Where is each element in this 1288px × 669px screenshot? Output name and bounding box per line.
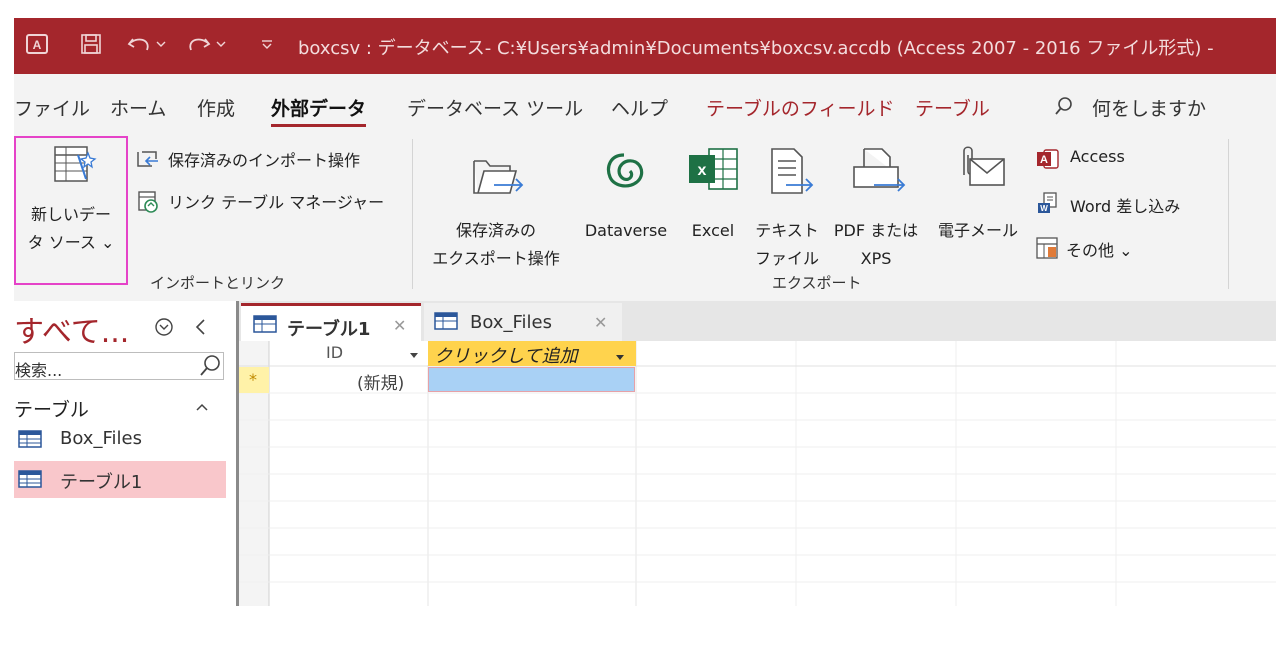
access-icon: A	[1036, 148, 1060, 174]
text-file-icon	[766, 147, 814, 201]
nav-item-table1[interactable]: テーブル1	[14, 461, 226, 498]
excel-button[interactable]: x Excel	[682, 141, 744, 261]
linked-table-manager-label: リンク テーブル マネージャー	[168, 193, 385, 212]
new-row-marker: *	[249, 370, 257, 389]
saved-exports-button[interactable]: 保存済みの エクスポート操作	[416, 141, 576, 268]
svg-text:x: x	[698, 162, 707, 179]
navigation-pane: すべて... 検索... テーブル Box_Files テーブル1	[14, 301, 239, 606]
dataverse-icon	[600, 149, 648, 199]
svg-text:W: W	[1040, 204, 1048, 213]
tab-help[interactable]: ヘルプ	[611, 94, 668, 121]
search-icon[interactable]	[199, 354, 221, 382]
doc-tab-table1[interactable]: テーブル1 ✕	[241, 303, 421, 341]
table-icon	[253, 315, 277, 337]
tell-me-box[interactable]: 何をしますか	[1092, 94, 1206, 121]
nav-search-input[interactable]: 検索...	[14, 352, 224, 380]
column-header-label: ID	[326, 343, 344, 362]
text-file-label-2: ファイル	[754, 249, 819, 268]
text-file-label-1: テキスト	[755, 221, 819, 240]
svg-text:A: A	[33, 38, 42, 52]
pdf-xps-label-1: PDF または	[833, 221, 919, 240]
excel-icon: x	[687, 145, 741, 199]
email-button[interactable]: 電子メール	[928, 141, 1028, 261]
nav-search-placeholder: 検索...	[15, 361, 63, 380]
new-row-selector[interactable]: *	[239, 367, 269, 393]
word-merge-icon: W	[1036, 191, 1060, 219]
access-logo-icon: A	[24, 32, 50, 56]
saved-exports-icon	[470, 153, 526, 203]
export-group-label: エクスポート	[772, 274, 862, 292]
access-export-label: Access	[1070, 147, 1125, 166]
close-icon[interactable]: ✕	[594, 313, 607, 332]
doc-tab-label: Box_Files	[470, 312, 552, 333]
import-group-label: インポートとリンク	[150, 274, 286, 292]
table-icon	[434, 312, 458, 334]
customize-qat-icon[interactable]	[258, 32, 276, 56]
document-area: テーブル1 ✕ Box_Files ✕ ID クリックして追加 * (新規)	[239, 301, 1276, 606]
linked-table-manager-icon	[136, 191, 160, 217]
tab-home[interactable]: ホーム	[110, 94, 166, 121]
table-icon	[18, 430, 42, 452]
selected-cell[interactable]	[428, 367, 635, 392]
ribbon-tab-bar: ファイル ホーム 作成 外部データ データベース ツール ヘルプ テーブルのフィ…	[14, 74, 1276, 129]
doc-tab-label: テーブル1	[287, 319, 371, 340]
ribbon: 新しいデー タ ソース ⌄ 保存済みのインポート操作 リンク テーブル マネージ…	[14, 129, 1276, 301]
window-title: boxcsv : データベース- C:¥Users¥admin¥Document…	[298, 38, 1214, 59]
redo-icon[interactable]	[186, 32, 228, 56]
nav-item-box-files[interactable]: Box_Files	[14, 421, 226, 458]
saved-imports-icon	[136, 149, 160, 173]
tab-external-data[interactable]: 外部データ	[271, 94, 367, 127]
tab-file[interactable]: ファイル	[14, 94, 90, 121]
new-data-source-label-2: タ ソース ⌄	[27, 233, 115, 252]
pdf-xps-icon	[852, 147, 908, 201]
chevron-up-icon[interactable]	[194, 399, 210, 418]
pdf-xps-label-2: XPS	[860, 249, 892, 268]
saved-exports-label-1: 保存済みの	[455, 221, 536, 240]
tab-create[interactable]: 作成	[197, 94, 235, 121]
saved-imports-label: 保存済みのインポート操作	[168, 151, 361, 170]
new-row-id-cell[interactable]: (新規)	[357, 369, 404, 394]
tab-table[interactable]: テーブル	[915, 94, 990, 121]
nav-menu-icon[interactable]	[154, 317, 174, 341]
word-merge-label: Word 差し込み	[1070, 197, 1181, 216]
chevron-down-icon[interactable]	[614, 348, 626, 367]
document-tab-bar: テーブル1 ✕ Box_Files ✕	[239, 301, 1276, 341]
column-header-add[interactable]: クリックして追加	[428, 341, 636, 367]
close-icon[interactable]: ✕	[393, 316, 406, 335]
email-label: 電子メール	[937, 221, 1018, 240]
nav-group-tables[interactable]: テーブル	[14, 395, 89, 422]
nav-item-label: テーブル1	[60, 472, 143, 493]
search-icon[interactable]	[1054, 96, 1074, 120]
chevron-down-icon[interactable]	[408, 346, 420, 365]
tab-database-tools[interactable]: データベース ツール	[407, 94, 583, 121]
undo-icon[interactable]	[126, 32, 168, 56]
pdf-xps-button[interactable]: PDF または XPS	[826, 141, 926, 281]
column-header-label: クリックして追加	[434, 346, 578, 367]
nav-pane-title[interactable]: すべて...	[14, 307, 129, 351]
access-window: A boxcsv : データベース- C:¥Users¥admin¥Docume…	[14, 18, 1276, 606]
new-data-source-icon	[52, 143, 104, 195]
table-icon	[18, 470, 42, 492]
new-data-source-label-1: 新しいデー	[30, 205, 111, 224]
collapse-pane-icon[interactable]	[194, 317, 208, 341]
title-bar: A boxcsv : データベース- C:¥Users¥admin¥Docume…	[14, 18, 1276, 74]
column-header-id[interactable]: ID	[270, 341, 428, 365]
tab-table-fields[interactable]: テーブルのフィールド	[706, 94, 894, 121]
email-icon	[952, 145, 1008, 195]
excel-label: Excel	[691, 221, 735, 240]
saved-exports-label-2: エクスポート操作	[432, 249, 560, 268]
dataverse-button[interactable]: Dataverse	[576, 141, 676, 261]
dataverse-label: Dataverse	[584, 221, 668, 240]
nav-item-label: Box_Files	[60, 428, 142, 449]
save-icon[interactable]	[78, 32, 104, 56]
more-export-label: その他 ⌄	[1066, 241, 1133, 260]
text-file-button[interactable]: テキスト ファイル	[748, 141, 826, 281]
svg-text:A: A	[1040, 154, 1048, 166]
datasheet: ID クリックして追加 * (新規)	[239, 341, 1276, 606]
doc-tab-box-files[interactable]: Box_Files ✕	[424, 303, 622, 341]
group-separator-end	[1228, 139, 1229, 289]
group-separator	[412, 139, 413, 289]
more-icon	[1036, 237, 1060, 263]
new-data-source-button[interactable]: 新しいデー タ ソース ⌄	[16, 137, 126, 283]
